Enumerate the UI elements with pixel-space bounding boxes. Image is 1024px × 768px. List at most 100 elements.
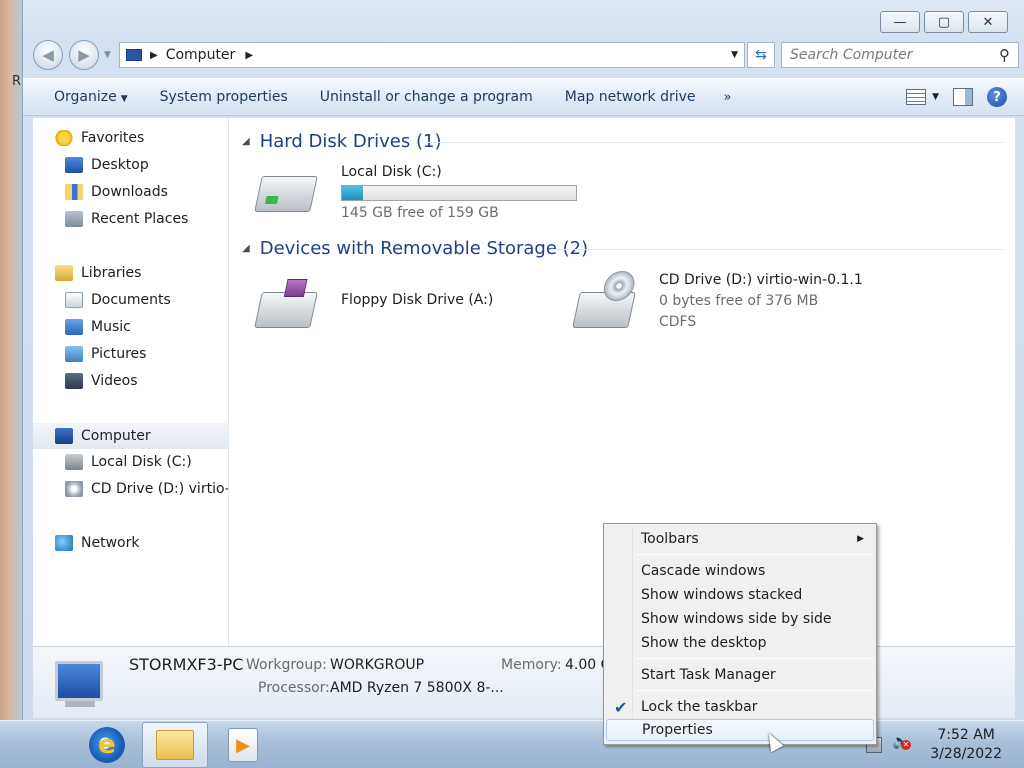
menu-item-lock-taskbar[interactable]: ✔ Lock the taskbar — [606, 696, 874, 718]
nav-pictures[interactable]: Pictures — [65, 346, 146, 362]
menu-item-cascade-windows[interactable]: Cascade windows — [606, 560, 874, 582]
folder-icon — [156, 730, 194, 760]
menu-item-show-windows-stacked[interactable]: Show windows stacked — [606, 584, 874, 606]
local-disk-item[interactable]: Local Disk (C:) 145 GB free of 159 GB — [242, 152, 577, 222]
clock-time: 7:52 AM — [937, 727, 995, 743]
help-icon[interactable]: ? — [987, 87, 1007, 107]
hard-disk-drives-group[interactable]: ◢ Hard Disk Drives (1) — [242, 131, 441, 152]
star-icon — [55, 130, 73, 146]
group-divider — [550, 249, 1004, 250]
menu-item-toolbars[interactable]: Toolbars ▶ — [606, 528, 874, 550]
refresh-icon: ⇆ — [755, 47, 767, 63]
menu-item-label: Toolbars — [641, 531, 699, 547]
view-options-dropdown[interactable]: ▼ — [932, 92, 939, 102]
taskbar-internet-explorer[interactable]: e — [74, 722, 140, 768]
nav-music[interactable]: Music — [65, 319, 131, 335]
nav-desktop[interactable]: Desktop — [65, 157, 149, 173]
floppy-drive-item[interactable]: Floppy Disk Drive (A:) — [242, 268, 542, 338]
taskbar-media-player[interactable]: ▶ — [210, 722, 276, 768]
menu-item-show-windows-side-by-side[interactable]: Show windows side by side — [606, 608, 874, 630]
nav-network[interactable]: Network — [55, 535, 139, 551]
submenu-arrow-icon: ▶ — [857, 534, 864, 544]
close-button[interactable]: ✕ — [968, 11, 1008, 33]
map-network-drive-button[interactable]: Map network drive — [565, 89, 696, 105]
organize-label: Organize — [54, 89, 117, 105]
nav-desktop-label: Desktop — [91, 157, 149, 173]
recent-pages-dropdown[interactable]: ▼ — [104, 50, 111, 60]
maximize-button[interactable]: ▢ — [924, 11, 964, 33]
menu-item-label: Properties — [642, 722, 713, 738]
nav-local-disk[interactable]: Local Disk (C:) — [65, 454, 192, 470]
search-input[interactable] — [782, 47, 992, 63]
uninstall-program-button[interactable]: Uninstall or change a program — [320, 89, 533, 105]
drive-name: Local Disk (C:) — [341, 164, 442, 180]
menu-item-properties[interactable]: Properties — [606, 719, 874, 741]
breadcrumb-computer[interactable]: Computer — [166, 47, 236, 63]
taskbar-windows-explorer[interactable] — [142, 722, 208, 768]
capacity-bar-fill — [342, 186, 363, 200]
removable-storage-group[interactable]: ◢ Devices with Removable Storage (2) — [242, 238, 588, 259]
drive-free-space: 0 bytes free of 376 MB — [659, 293, 819, 309]
search-icon[interactable]: ⚲ — [999, 46, 1010, 64]
processor-label: Processor: — [258, 680, 330, 696]
address-bar[interactable]: ▶ Computer ▶ ▼ — [119, 42, 745, 68]
menu-item-label: Lock the taskbar — [641, 699, 758, 715]
nav-computer[interactable]: Computer — [33, 423, 228, 449]
menu-item-label: Show the desktop — [641, 635, 767, 651]
nav-recent-places[interactable]: Recent Places — [65, 211, 188, 227]
breadcrumb-separator-icon[interactable]: ▶ — [150, 50, 158, 61]
chevron-down-icon: ▼ — [120, 94, 128, 104]
arrow-left-icon: ◀ — [42, 46, 54, 64]
nav-downloads[interactable]: Downloads — [65, 184, 168, 200]
menu-item-start-task-manager[interactable]: Start Task Manager — [606, 664, 874, 686]
nav-videos[interactable]: Videos — [65, 373, 138, 389]
preview-pane-icon[interactable] — [953, 88, 973, 106]
nav-music-label: Music — [91, 319, 131, 335]
libraries-icon — [55, 265, 73, 281]
nav-favorites-label: Favorites — [81, 130, 145, 146]
computer-icon — [126, 49, 142, 61]
menu-separator — [636, 658, 874, 659]
nav-recent-label: Recent Places — [91, 211, 189, 227]
refresh-button[interactable]: ⇆ — [747, 42, 775, 68]
menu-item-label: Start Task Manager — [641, 667, 776, 683]
back-button[interactable]: ◀ — [33, 40, 63, 70]
nav-cd-drive[interactable]: CD Drive (D:) virtio-w — [65, 481, 229, 497]
menu-item-show-desktop[interactable]: Show the desktop — [606, 632, 874, 654]
nav-documents[interactable]: Documents — [65, 292, 171, 308]
menu-item-label: Cascade windows — [641, 563, 766, 579]
drive-name: CD Drive (D:) virtio-win-0.1.1 — [659, 272, 863, 288]
nav-libraries-label: Libraries — [81, 265, 142, 281]
system-properties-button[interactable]: System properties — [160, 89, 288, 105]
computer-icon — [55, 428, 73, 444]
mute-x-icon: ✕ — [901, 740, 911, 750]
nav-libraries[interactable]: Libraries — [55, 265, 141, 281]
drive-led-icon — [264, 196, 279, 204]
computer-icon — [55, 661, 103, 701]
address-history-dropdown[interactable]: ▼ — [731, 50, 738, 60]
organize-button[interactable]: Organize ▼ — [54, 89, 128, 105]
collapse-group-icon: ◢ — [242, 243, 250, 254]
cd-drive-item[interactable]: CD Drive (D:) virtio-win-0.1.1 0 bytes f… — [560, 268, 880, 338]
processor-value: AMD Ryzen 7 5800X 8-... — [330, 680, 504, 696]
documents-icon — [65, 292, 83, 308]
floppy-drive-icon — [254, 279, 318, 328]
volume-muted-icon[interactable]: 🔈✕ — [892, 734, 911, 750]
group-divider — [426, 142, 1004, 143]
minimize-button[interactable]: — — [880, 11, 920, 33]
music-icon — [65, 319, 83, 335]
change-view-icon[interactable] — [906, 89, 927, 105]
floppy-disk-icon — [283, 279, 308, 297]
nav-favorites[interactable]: Favorites — [55, 130, 144, 146]
arrow-right-icon: ▶ — [78, 46, 90, 64]
hard-disk-icon — [65, 454, 83, 470]
checkmark-icon: ✔ — [614, 697, 628, 717]
breadcrumb-separator-icon[interactable]: ▶ — [245, 50, 253, 61]
more-commands-button[interactable]: » — [724, 90, 732, 105]
nav-cd-drive-label: CD Drive (D:) virtio-w — [91, 481, 229, 497]
nav-downloads-label: Downloads — [91, 184, 168, 200]
collapse-group-icon: ◢ — [242, 136, 250, 147]
memory-label: Memory: — [501, 657, 562, 673]
system-clock[interactable]: 7:52 AM 3/28/2022 — [930, 726, 1002, 764]
forward-button[interactable]: ▶ — [69, 40, 99, 70]
